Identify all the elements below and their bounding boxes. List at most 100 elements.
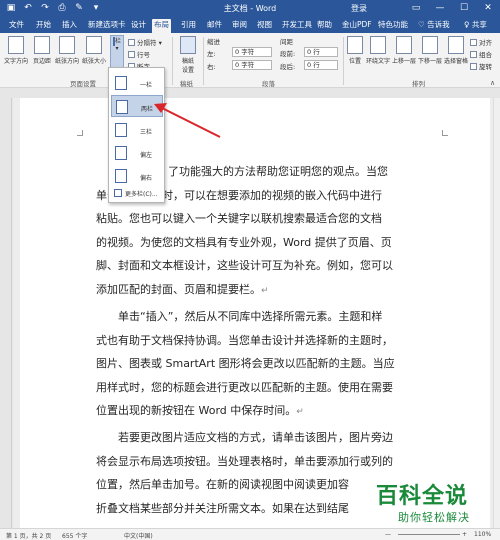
ribbon-display-icon[interactable]: ▭ bbox=[404, 0, 428, 16]
page-corner-marker bbox=[442, 130, 448, 136]
tab-help[interactable]: 帮助 bbox=[315, 19, 334, 33]
body-paragraph-2[interactable]: 单击“插入”，然后从不同库中选择所需元素。主题和样 式也有助于文档保持协调。当您… bbox=[96, 305, 456, 425]
text-line: 单击“插入”，然后从不同库中选择所需元素。主题和样 bbox=[118, 310, 383, 323]
tab-design[interactable]: 设计 bbox=[129, 19, 148, 33]
more-columns-icon bbox=[114, 189, 122, 197]
draft-paper-icon bbox=[180, 36, 196, 54]
tab-new[interactable]: 新建选项卡 bbox=[86, 19, 128, 33]
spacing-title: 间距 bbox=[280, 38, 293, 46]
watermark-subtitle: 助你轻松解决 bbox=[398, 511, 470, 524]
spacing-before-label: 段前: bbox=[280, 50, 296, 58]
bring-forward-button[interactable]: 上移一层 bbox=[392, 36, 416, 65]
tab-file[interactable]: 文件 bbox=[7, 19, 26, 33]
window-controls: ▭ — ☐ ✕ bbox=[404, 0, 500, 16]
more-columns-item[interactable]: 更多栏(C)... bbox=[111, 189, 163, 198]
spacing-after-input[interactable]: 0 行 bbox=[304, 60, 338, 70]
indent-left-input[interactable]: 0 字符 bbox=[232, 47, 272, 57]
collapse-ribbon-icon[interactable]: ∧ bbox=[490, 79, 495, 87]
paragraph-mark: ↵ bbox=[261, 285, 269, 296]
columns-option-right[interactable]: 偏右 bbox=[111, 165, 163, 187]
share-button[interactable]: ♀ 共享 bbox=[464, 19, 487, 30]
zoom-level[interactable]: 110% bbox=[474, 531, 491, 538]
tab-mailings[interactable]: 邮件 bbox=[205, 19, 224, 33]
wrap-text-button[interactable]: 环绕文字 bbox=[366, 36, 390, 65]
rotate-button[interactable]: 旋转 bbox=[470, 61, 492, 71]
tab-home[interactable]: 开始 bbox=[34, 19, 53, 33]
watermark-title: 百科全说 bbox=[376, 484, 469, 509]
align-button[interactable]: 对齐 bbox=[470, 37, 492, 47]
columns-option-three[interactable]: 三栏 bbox=[111, 119, 163, 141]
three-columns-icon bbox=[115, 123, 127, 137]
columns-option-one[interactable]: 一栏 bbox=[111, 72, 163, 94]
position-icon bbox=[347, 36, 363, 54]
page-count[interactable]: 第 1 页，共 2 页 bbox=[6, 531, 51, 540]
language-indicator[interactable]: 中文(中国) bbox=[124, 531, 153, 540]
spacing-before-input[interactable]: 0 行 bbox=[304, 47, 338, 57]
margins-button[interactable]: 页边距 bbox=[31, 36, 53, 65]
zoom-in-button[interactable]: + bbox=[462, 531, 467, 538]
paper-size-icon bbox=[86, 36, 102, 54]
breaks-icon bbox=[128, 39, 135, 46]
group-separator bbox=[343, 37, 344, 85]
text-direction-icon bbox=[8, 36, 24, 54]
draft-paper-button[interactable]: 稿纸 设置 bbox=[177, 36, 199, 74]
text-line: 脚、封面和文本框设计，这些设计可互为补充。例如，您可以 bbox=[96, 259, 393, 272]
orientation-icon bbox=[59, 36, 75, 54]
tab-references[interactable]: 引用 bbox=[179, 19, 198, 33]
word-count[interactable]: 655 个字 bbox=[62, 531, 87, 540]
page-corner-marker bbox=[77, 130, 83, 136]
tab-features[interactable]: 特色功能 bbox=[376, 19, 410, 33]
send-backward-button[interactable]: 下移一层 bbox=[418, 36, 442, 65]
ribbon: 文字方向 页边距 纸张方向 纸张大小 栏 ▾ 分隔符 ▾ 行号 断字 页面设置 … bbox=[0, 33, 500, 88]
line-numbers-icon bbox=[128, 51, 135, 58]
restore-icon[interactable]: ☐ bbox=[452, 0, 476, 16]
position-button[interactable]: 位置 bbox=[346, 36, 364, 65]
minimize-icon[interactable]: — bbox=[428, 0, 452, 16]
columns-dropdown: 一栏 两栏 三栏 偏左 偏右 更多栏(C)... bbox=[108, 67, 165, 203]
zoom-slider[interactable] bbox=[398, 534, 460, 535]
rotate-icon bbox=[470, 63, 477, 70]
tab-layout[interactable]: 布局 bbox=[152, 19, 171, 33]
indent-right-input[interactable]: 0 字符 bbox=[232, 60, 272, 70]
text-line: 若要更改图片适应文档的方式，请单击该图片，图片旁边 bbox=[118, 431, 393, 444]
group-icon bbox=[470, 51, 477, 58]
vertical-ruler bbox=[0, 98, 12, 528]
text-line: 粘贴。您也可以键入一个关键字以联机搜索最适合您的文档 bbox=[96, 212, 382, 225]
status-bar: 第 1 页，共 2 页 655 个字 中文(中国) — + 110% bbox=[0, 528, 500, 540]
selection-pane-button[interactable]: 选择窗格 bbox=[444, 36, 468, 65]
selection-pane-icon bbox=[448, 36, 464, 54]
text-line: 将会显示布局选项按钮。当处理表格时，单击要添加行或列的 bbox=[96, 454, 393, 468]
wrap-text-icon bbox=[370, 36, 386, 54]
text-line: 的视频。为使您的文档具有专业外观，Word 提供了页眉、页 bbox=[96, 235, 392, 249]
zoom-out-button[interactable]: — bbox=[385, 531, 391, 538]
tab-review[interactable]: 审阅 bbox=[230, 19, 249, 33]
indent-left-label: 左: bbox=[207, 50, 216, 58]
breaks-button[interactable]: 分隔符 ▾ bbox=[128, 37, 162, 47]
watermark-logo: 百科全说 助你轻松解决 bbox=[376, 478, 492, 528]
text-direction-button[interactable]: 文字方向 bbox=[4, 36, 28, 65]
bring-forward-icon bbox=[396, 36, 412, 54]
sign-in-link[interactable]: 登录 bbox=[351, 3, 367, 14]
tab-view[interactable]: 视图 bbox=[255, 19, 274, 33]
tell-me-search[interactable]: ♡ 告诉我 bbox=[418, 19, 450, 30]
columns-option-left[interactable]: 偏左 bbox=[111, 142, 163, 164]
tab-developer[interactable]: 开发工具 bbox=[280, 19, 314, 33]
tab-kingsoft-pdf[interactable]: 金山PDF bbox=[340, 19, 374, 33]
text-line: 用样式时，您的标题会进行更改以匹配新的主题。使用在需要 bbox=[96, 380, 393, 394]
line-numbers-button[interactable]: 行号 bbox=[128, 49, 150, 59]
align-icon bbox=[470, 39, 477, 46]
vertical-scrollbar[interactable] bbox=[493, 98, 500, 528]
two-columns-icon bbox=[116, 100, 128, 114]
group-separator bbox=[172, 37, 173, 85]
indent-right-label: 右: bbox=[207, 63, 216, 71]
orientation-button[interactable]: 纸张方向 bbox=[55, 36, 79, 65]
horizontal-ruler bbox=[0, 89, 500, 98]
columns-option-two[interactable]: 两栏 bbox=[111, 95, 163, 117]
text-line: 图片、图表或 SmartArt 图形将会更改以匹配新的主题。当应 bbox=[96, 357, 395, 370]
close-icon[interactable]: ✕ bbox=[476, 0, 500, 16]
group-button[interactable]: 组合 bbox=[470, 49, 492, 59]
size-button[interactable]: 纸张大小 bbox=[81, 36, 107, 65]
send-backward-icon bbox=[422, 36, 438, 54]
tab-insert[interactable]: 插入 bbox=[60, 19, 79, 33]
ribbon-tabs: 文件 开始 插入 新建选项卡 设计 布局 引用 邮件 审阅 视图 开发工具 帮助… bbox=[0, 16, 500, 33]
